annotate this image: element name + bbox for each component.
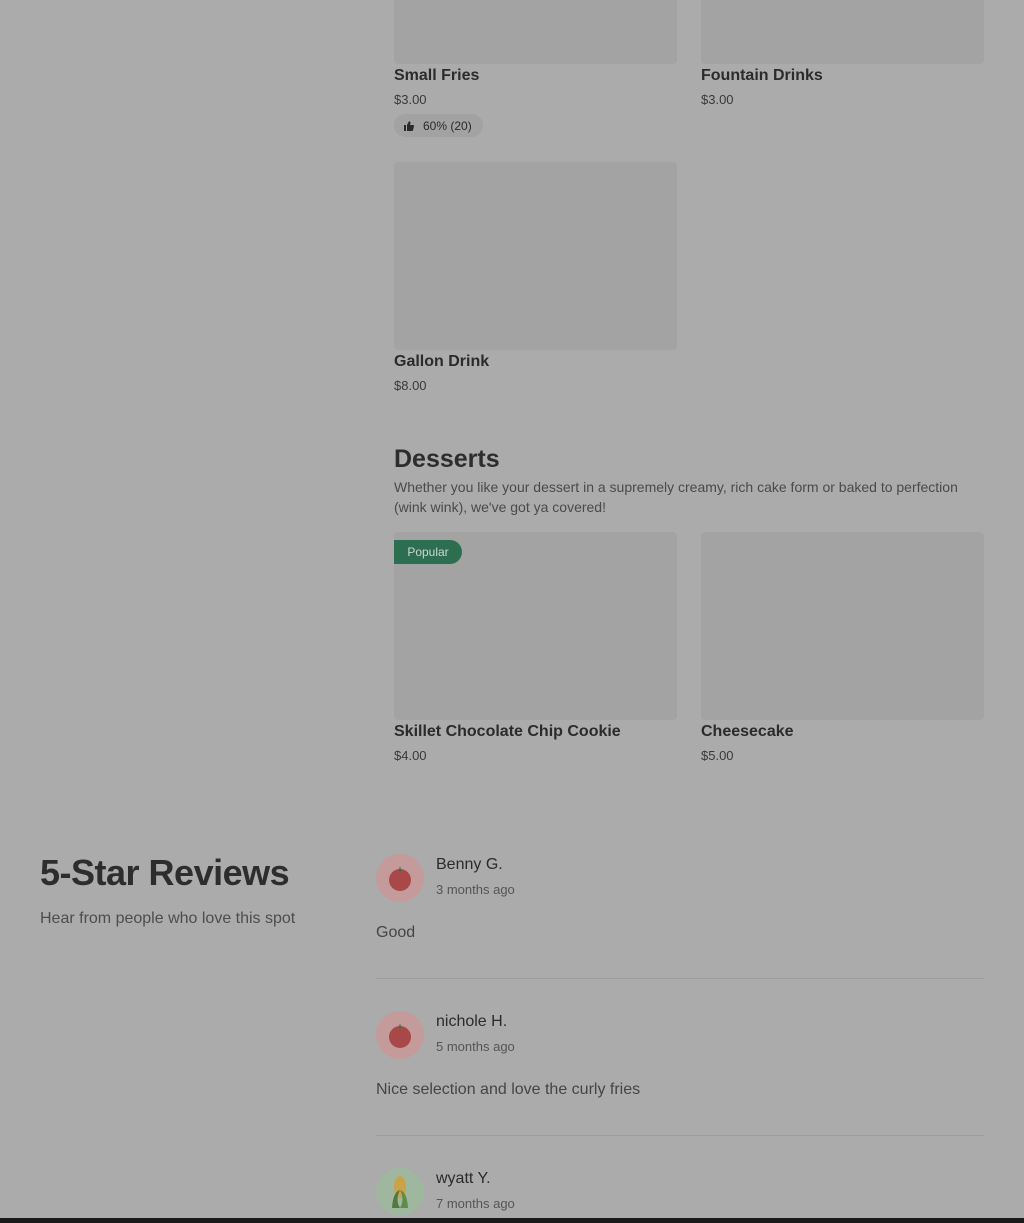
review-date: 7 months ago	[436, 1196, 515, 1211]
cheesecake-price: $5.00	[701, 748, 734, 763]
rating-text: 60% (20)	[423, 118, 472, 133]
reviewer-name[interactable]: wyatt Y.	[436, 1170, 491, 1188]
review-item: nichole H. 5 months ago Nice selection a…	[376, 1011, 984, 1111]
small-fries-price: $3.00	[394, 92, 427, 107]
review-date: 5 months ago	[436, 1039, 515, 1054]
bottom-bar	[0, 1218, 1024, 1223]
skillet-cookie-name[interactable]: Skillet Chocolate Chip Cookie	[394, 723, 621, 741]
reviewer-avatar	[376, 854, 424, 902]
desserts-description: Whether you like your dessert in a supre…	[394, 479, 958, 515]
reviewer-name[interactable]: Benny G.	[436, 856, 503, 874]
review-text: Nice selection and love the curly fries	[376, 1081, 641, 1098]
review-date: 3 months ago	[436, 882, 515, 897]
small-fries-rating: 60% (20)	[394, 114, 483, 137]
small-fries-image[interactable]	[394, 0, 677, 64]
gallon-drink-name[interactable]: Gallon Drink	[394, 353, 489, 371]
review-divider	[376, 978, 984, 979]
reviewer-avatar	[376, 1011, 424, 1059]
cheesecake-name[interactable]: Cheesecake	[701, 723, 794, 741]
reviews-title: 5-Star Reviews	[40, 852, 290, 893]
fountain-drinks-price: $3.00	[701, 92, 734, 107]
review-item: wyatt Y. 7 months ago	[376, 1168, 984, 1218]
tomato-icon	[389, 866, 411, 891]
review-divider	[376, 1135, 984, 1136]
review-item: Benny G. 3 months ago Good	[376, 854, 984, 954]
popular-badge: Popular	[394, 540, 462, 564]
reviewer-name[interactable]: nichole H.	[436, 1013, 507, 1031]
tomato-icon	[389, 1023, 411, 1048]
corn-icon	[392, 1176, 408, 1208]
cheesecake-image[interactable]	[701, 532, 984, 720]
gallon-drink-price: $8.00	[394, 378, 427, 393]
skillet-cookie-price: $4.00	[394, 748, 427, 763]
review-text: Good	[376, 924, 416, 941]
fountain-drinks-name[interactable]: Fountain Drinks	[701, 67, 823, 85]
gallon-drink-image[interactable]	[394, 162, 677, 350]
thumbs-up-icon	[403, 120, 415, 132]
reviewer-avatar	[376, 1168, 424, 1216]
desserts-title: Desserts	[394, 445, 500, 473]
reviews-subtitle: Hear from people who love this spot	[40, 910, 296, 927]
fountain-drinks-image[interactable]	[701, 0, 984, 64]
small-fries-name[interactable]: Small Fries	[394, 67, 479, 85]
